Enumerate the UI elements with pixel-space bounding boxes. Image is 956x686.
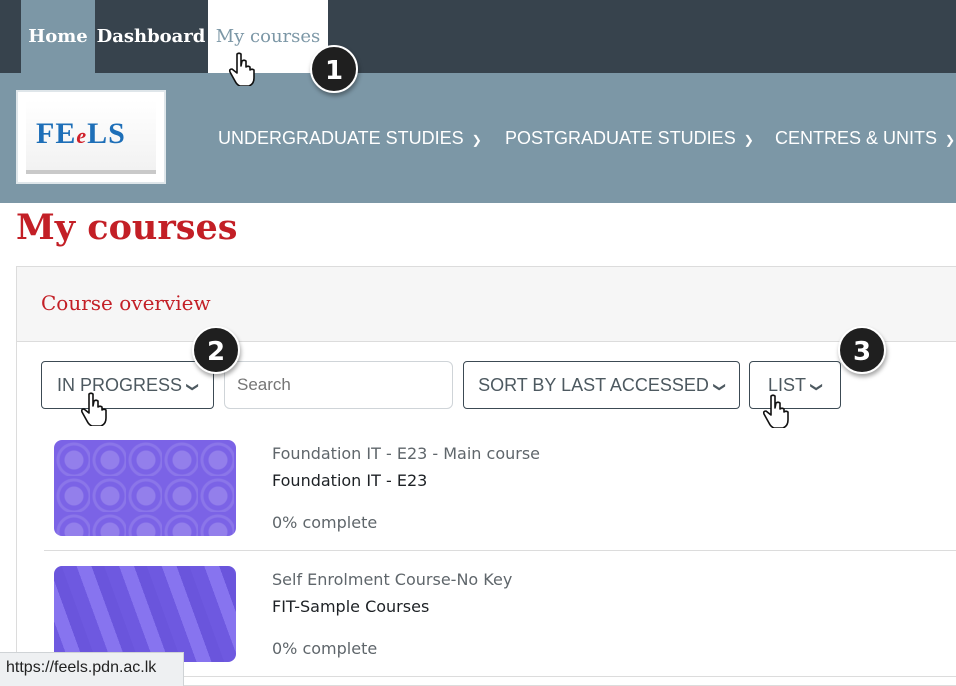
filter-dropdown[interactable]: IN PROGRESS ❯ bbox=[41, 361, 214, 409]
pointer-hand-icon bbox=[80, 392, 107, 426]
view-label: LIST bbox=[767, 375, 806, 395]
pointer-hand-icon bbox=[762, 394, 789, 428]
site-header: FEeLS UNDERGRADUATE STUDIES ❯ POSTGRADUAT… bbox=[0, 73, 956, 203]
chevron-down-icon: ❯ bbox=[810, 381, 824, 393]
logo-text-mid: e bbox=[76, 123, 88, 148]
nav-dashboard[interactable]: Dashboard bbox=[95, 0, 207, 73]
step-badge-1: 1 bbox=[310, 45, 358, 93]
logo-text-right: LS bbox=[87, 117, 126, 150]
logo-text-left: FE bbox=[36, 117, 77, 150]
step-badge-2: 2 bbox=[192, 326, 240, 374]
pointer-hand-icon bbox=[228, 52, 255, 86]
browser-status-bar: https://feels.pdn.ac.lk bbox=[0, 652, 184, 686]
course-name-link[interactable]: FIT-Sample Courses bbox=[272, 597, 429, 616]
course-category: Self Enrolment Course-No Key bbox=[272, 570, 513, 589]
course-name-link[interactable]: Foundation IT - E23 bbox=[272, 471, 427, 490]
menu-label: CENTRES & UNITS bbox=[775, 128, 938, 148]
card-header: Course overview bbox=[17, 267, 956, 342]
menu-centres-units[interactable]: CENTRES & UNITS ❯ bbox=[775, 128, 955, 149]
divider bbox=[44, 550, 956, 551]
sort-label: SORT BY LAST ACCESSED bbox=[478, 375, 709, 395]
page-title: My courses bbox=[16, 207, 238, 248]
logo-image: FEeLS bbox=[26, 100, 156, 174]
course-progress: 0% complete bbox=[272, 639, 378, 658]
search-input[interactable] bbox=[224, 361, 453, 409]
course-category: Foundation IT - E23 - Main course bbox=[272, 444, 541, 463]
card-title: Course overview bbox=[41, 291, 211, 315]
sort-dropdown[interactable]: SORT BY LAST ACCESSED ❯ bbox=[463, 361, 740, 409]
menu-label: UNDERGRADUATE STUDIES bbox=[218, 128, 464, 148]
logo-text: FEeLS bbox=[36, 117, 126, 151]
filter-label: IN PROGRESS bbox=[56, 375, 182, 395]
course-thumbnail[interactable] bbox=[54, 440, 236, 536]
chevron-down-icon: ❯ bbox=[743, 133, 754, 147]
chevron-down-icon: ❯ bbox=[712, 381, 727, 393]
chevron-down-icon: ❯ bbox=[471, 133, 482, 147]
nav-home[interactable]: Home bbox=[21, 0, 95, 73]
menu-postgraduate-studies[interactable]: POSTGRADUATE STUDIES ❯ bbox=[505, 128, 754, 149]
menu-label: POSTGRADUATE STUDIES bbox=[505, 128, 736, 148]
site-logo[interactable]: FEeLS bbox=[16, 90, 166, 184]
chevron-down-icon: ❯ bbox=[945, 133, 956, 147]
step-badge-3: 3 bbox=[838, 326, 886, 374]
course-thumbnail[interactable] bbox=[54, 566, 236, 662]
course-progress: 0% complete bbox=[272, 513, 378, 532]
chevron-down-icon: ❯ bbox=[186, 381, 201, 393]
menu-undergraduate-studies[interactable]: UNDERGRADUATE STUDIES ❯ bbox=[218, 128, 482, 149]
top-navbar: Home Dashboard My courses bbox=[0, 0, 956, 73]
